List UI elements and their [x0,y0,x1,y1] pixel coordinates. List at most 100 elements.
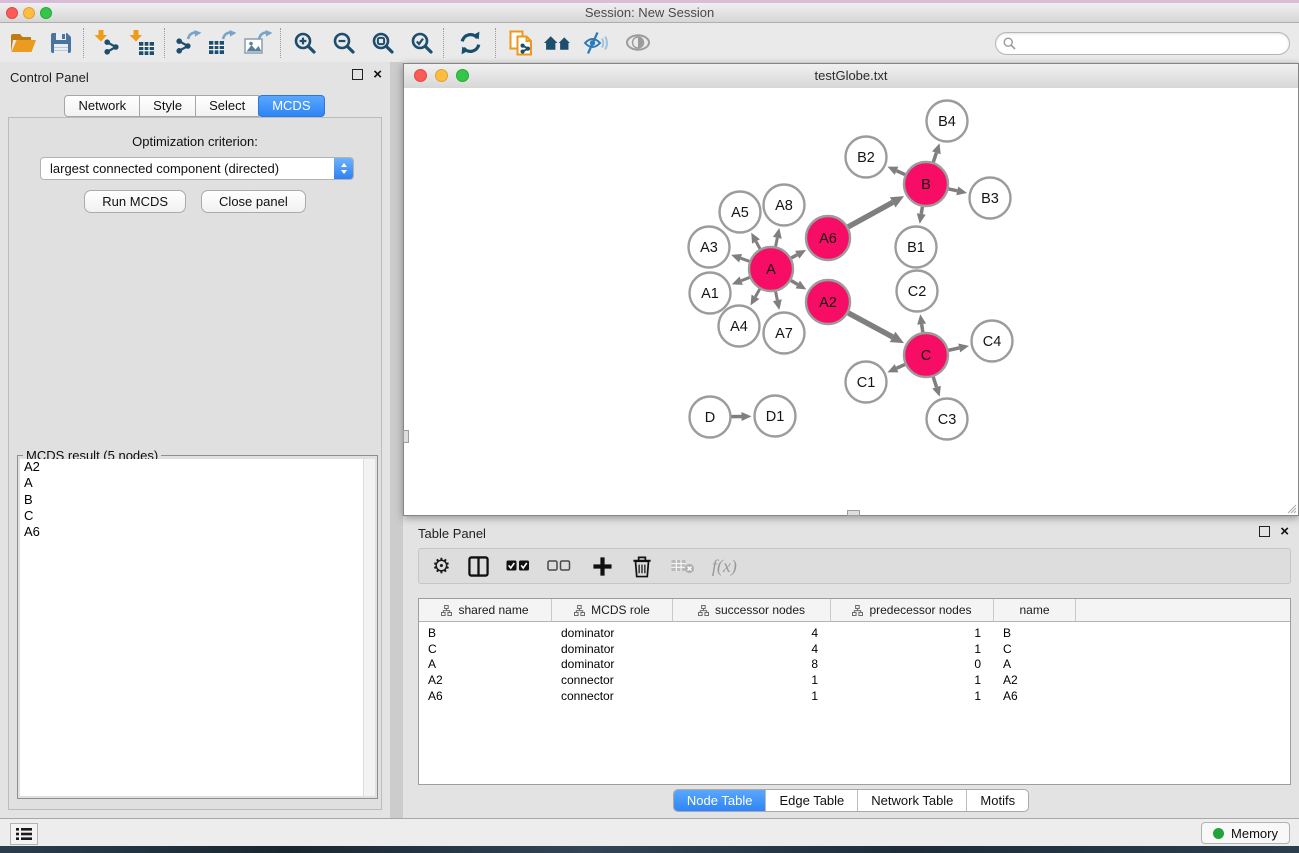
panel-divider[interactable] [390,62,403,818]
tab-mcds[interactable]: MCDS [258,95,324,117]
network-view-window: testGlobe.txt B4B2BB3A5A8A6B1A3AC2A1A2A4… [403,63,1299,516]
toolbar-separator [280,28,282,58]
zoom-selected-button[interactable] [406,27,436,59]
edge-B-B3[interactable] [948,189,957,191]
zoom-in-button[interactable] [289,27,319,59]
zoom-fit-button[interactable] [367,27,397,59]
column-header-name[interactable]: name [994,599,1076,621]
column-label: name [1019,603,1049,617]
table-row[interactable]: Cdominator41C [419,641,1290,657]
zoom-in-icon [293,31,316,54]
table-row[interactable]: A6connector11A6 [419,688,1290,704]
table-row[interactable]: A2connector11A2 [419,672,1290,688]
tab-style[interactable]: Style [139,95,196,117]
hide-selected-button[interactable] [581,27,611,59]
run-mcds-button[interactable]: Run MCDS [84,190,186,213]
edge-B-B4[interactable] [933,153,936,162]
refresh-button[interactable] [455,27,485,59]
close-panel-icon[interactable]: × [1280,526,1289,537]
edge-C-C2[interactable] [922,324,923,332]
resize-tick[interactable] [847,510,860,516]
eye-icon [625,34,651,51]
network-window-titlebar[interactable]: testGlobe.txt [404,64,1298,89]
resize-grip-icon[interactable] [1285,502,1297,514]
resize-tick[interactable] [403,430,409,443]
criterion-dropdown[interactable]: largest connected component (directed) [40,157,354,180]
search-field[interactable] [995,32,1290,55]
result-item[interactable]: A2 [20,459,375,475]
network-canvas[interactable]: B4B2BB3A5A8A6B1A3AC2A1A2A4A7C4CC1DD1C3 [404,88,1298,515]
tab-node-table[interactable]: Node Table [674,790,766,811]
import-table-button[interactable] [127,27,157,59]
network-graph[interactable]: B4B2BB3A5A8A6B1A3AC2A1A2A4A7C4CC1DD1C3 [404,88,1298,515]
edge-A-A1[interactable] [741,277,749,280]
float-panel-icon[interactable] [1259,526,1270,537]
edge-B-B1[interactable] [921,207,922,214]
import-network-button[interactable] [92,27,122,59]
mcds-result-list[interactable]: A2ABCA6 [20,459,375,796]
edge-A-A6[interactable] [791,255,797,258]
column-header-mcds-role[interactable]: MCDS role [552,599,673,621]
search-input[interactable] [1022,34,1281,53]
column-header-predecessor-nodes[interactable]: predecessor nodes [831,599,994,621]
column-label: successor nodes [715,603,805,617]
table-row[interactable]: Adominator80A [419,656,1290,672]
table-settings-button[interactable]: ⚙ [432,556,451,577]
column-header-successor-nodes[interactable]: successor nodes [673,599,831,621]
edge-C-C3[interactable] [933,377,936,387]
show-all-button[interactable] [623,27,653,59]
edge-A-A4[interactable] [755,289,759,297]
node-label-A7: A7 [775,326,793,342]
delete-table-button[interactable] [671,558,695,574]
close-panel-icon[interactable]: × [373,69,382,80]
table-row[interactable]: Bdominator41B [419,625,1290,641]
memory-button[interactable]: Memory [1201,822,1290,844]
edge-A-A7[interactable] [776,292,778,301]
result-item[interactable]: A [20,475,375,491]
result-scrollbar[interactable] [363,459,375,796]
tab-network-table[interactable]: Network Table [857,790,966,811]
app-titlebar[interactable]: Session: New Session [0,3,1299,23]
columns-icon [468,556,489,577]
tab-edge-table[interactable]: Edge Table [765,790,857,811]
tab-select[interactable]: Select [195,95,259,117]
add-row-button[interactable] [592,556,613,577]
edge-C-C1[interactable] [897,364,905,368]
result-item[interactable]: A6 [20,524,375,540]
cell-predecessor-nodes: 1 [831,673,994,687]
dropdown-stepper-icon[interactable] [334,158,353,179]
export-table-button[interactable] [207,27,237,59]
open-session-button[interactable] [8,27,38,59]
tab-motifs[interactable]: Motifs [966,790,1028,811]
cell-mcds-role: dominator [552,626,673,640]
edge-A2-C[interactable] [848,313,892,337]
export-network-button[interactable] [173,27,203,59]
first-neighbors-button[interactable] [543,27,573,59]
edge-A6-B[interactable] [848,202,893,227]
close-panel-button[interactable]: Close panel [201,190,306,213]
task-history-button[interactable] [10,823,38,845]
tree-icon [698,605,709,616]
function-builder-button[interactable]: f(x) [712,556,737,577]
edge-A-A8[interactable] [776,238,778,247]
column-label: MCDS role [591,603,650,617]
save-session-button[interactable] [46,27,76,59]
deselect-all-button[interactable] [547,560,571,572]
node-label-B4: B4 [938,114,956,130]
zoom-out-button[interactable] [328,27,358,59]
edge-C-C4[interactable] [948,348,959,350]
show-column-button[interactable] [468,556,489,577]
clone-network-button[interactable] [507,27,537,59]
select-all-button[interactable] [506,560,530,572]
result-item[interactable]: B [20,492,375,508]
export-image-button[interactable] [243,27,273,59]
column-header-shared-name[interactable]: shared name [419,599,552,621]
result-item[interactable]: C [20,508,375,524]
edge-A-A2[interactable] [791,281,798,285]
edge-B-B2[interactable] [897,171,905,175]
edge-A-A3[interactable] [741,258,750,261]
float-panel-icon[interactable] [352,69,363,80]
edge-A-A5[interactable] [756,241,760,248]
delete-row-button[interactable] [632,555,652,578]
tab-network[interactable]: Network [64,95,140,117]
